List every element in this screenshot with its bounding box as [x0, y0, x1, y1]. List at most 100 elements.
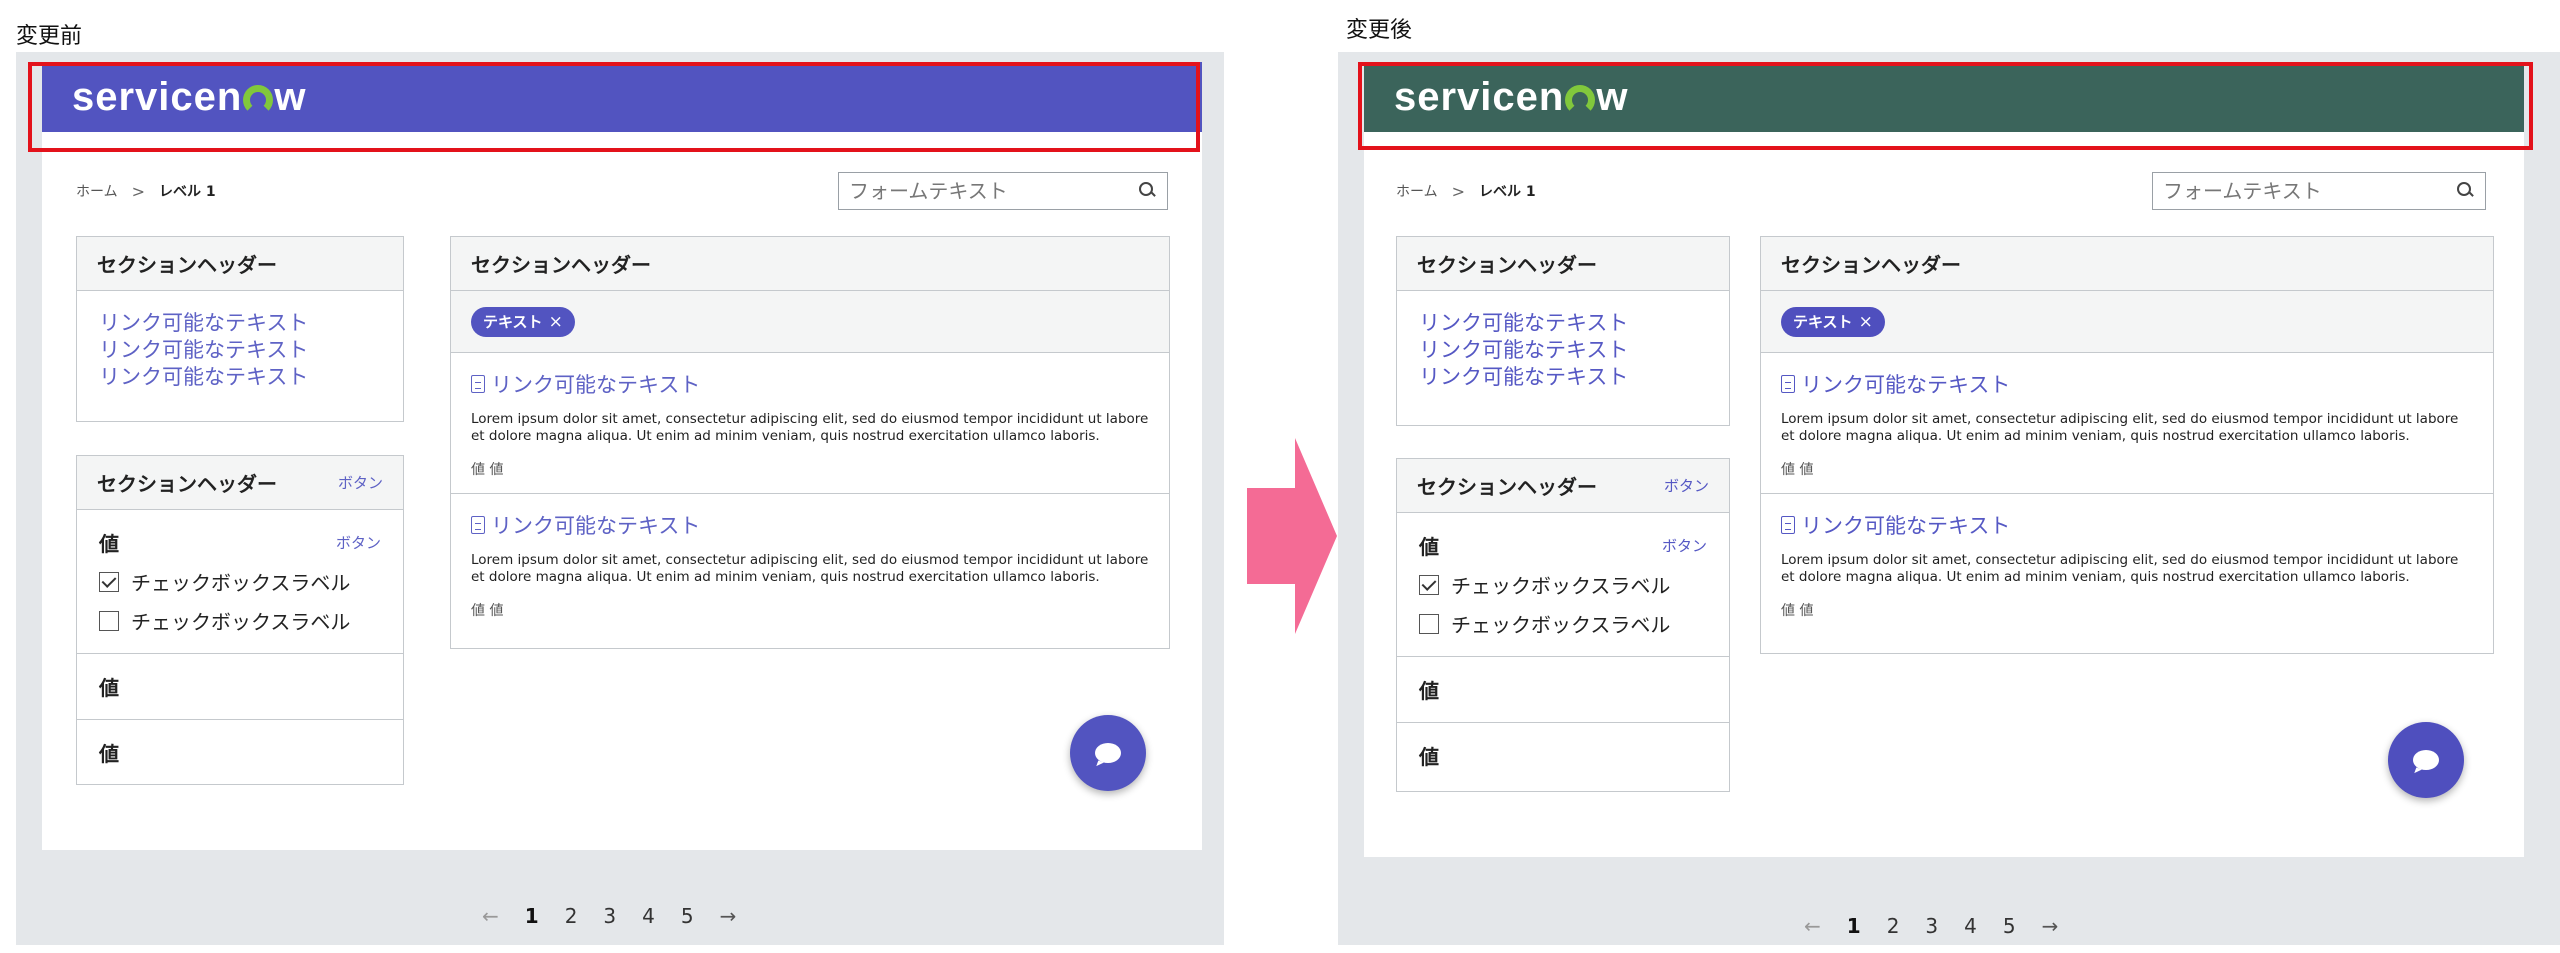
value-row: 値 [77, 653, 403, 719]
item-description: Lorem ipsum dolor sit amet, consectetur … [1781, 411, 2459, 444]
link-item[interactable]: リンク可能なテキスト [1419, 365, 1707, 390]
section-header-button[interactable]: ボタン [1664, 475, 1709, 496]
page-number[interactable]: 4 [642, 904, 655, 928]
list-item: リンク可能なテキスト Lorem ipsum dolor sit amet, c… [1761, 493, 2493, 634]
close-icon[interactable]: × [1859, 312, 1873, 332]
item-description: Lorem ipsum dolor sit amet, consectetur … [1781, 552, 2459, 585]
checkbox-unchecked[interactable] [99, 610, 119, 631]
prev-page-arrow-icon[interactable]: ← [482, 904, 499, 928]
page-number[interactable]: 3 [603, 904, 616, 928]
document-icon [471, 375, 485, 393]
checkbox-label: チェックボックスラベル [1451, 574, 1671, 598]
section-header: セクションヘッダー [451, 237, 1169, 291]
checkbox-item[interactable]: チェックボックスラベル [1419, 609, 1707, 638]
page-number[interactable]: 5 [681, 904, 694, 928]
link-item[interactable]: リンク可能なテキスト [99, 365, 381, 390]
link-item[interactable]: リンク可能なテキスト [99, 338, 381, 363]
breadcrumb-home[interactable]: ホーム [76, 181, 118, 201]
prev-page-arrow-icon[interactable]: ← [1804, 914, 1821, 938]
item-description: Lorem ipsum dolor sit amet, consectetur … [471, 552, 1149, 585]
checkbox-item[interactable]: チェックボックスラベル [99, 606, 381, 635]
after-caption: 変更後 [1346, 18, 1413, 43]
left-section-values: セクションヘッダー ボタン 値 ボタン チェックボックスラベル チェックボックス [1396, 458, 1730, 792]
value-row: 値 [1397, 722, 1729, 788]
before-panel: servicenw ホーム > レベル 1 セクションヘッダー リンク可能なテキ… [16, 52, 1224, 945]
pagination: ← 1 2 3 4 5 → [1804, 914, 2058, 938]
page-number[interactable]: 1 [1847, 914, 1861, 938]
search-box[interactable] [838, 172, 1168, 210]
close-icon[interactable]: × [549, 312, 563, 332]
link-item[interactable]: リンク可能なテキスト [99, 311, 381, 336]
filter-tag[interactable]: テキスト × [471, 306, 575, 337]
item-meta: 値 値 [471, 603, 504, 619]
breadcrumb-home[interactable]: ホーム [1396, 181, 1438, 201]
right-section-results: セクションヘッダー テキスト × リンク可能なテキスト Lorem ipsum … [450, 236, 1170, 649]
left-section-values: セクションヘッダー ボタン 値 ボタン チェックボックスラベル チェックボックス [76, 455, 404, 785]
next-page-arrow-icon[interactable]: → [2042, 914, 2059, 938]
after-panel: servicenw ホーム > レベル 1 セクションヘッダー リンク可能なテキ… [1338, 52, 2560, 945]
item-description: Lorem ipsum dolor sit amet, consectetur … [471, 411, 1149, 444]
item-title-link[interactable]: リンク可能なテキスト [1781, 510, 2473, 540]
search-input[interactable] [2163, 179, 2457, 203]
left-section-links: セクションヘッダー リンク可能なテキスト リンク可能なテキスト リンク可能なテキ… [76, 236, 404, 422]
before-caption: 変更前 [16, 24, 83, 49]
transition-arrow-icon [1247, 438, 1337, 634]
item-meta: 値 値 [471, 462, 504, 478]
list-item: リンク可能なテキスト Lorem ipsum dolor sit amet, c… [1761, 353, 2493, 493]
item-title-link[interactable]: リンク可能なテキスト [471, 510, 1149, 540]
checkbox-checked[interactable] [1419, 574, 1439, 595]
chat-bubble-icon [1095, 743, 1121, 763]
checkbox-checked[interactable] [99, 571, 119, 592]
chat-button[interactable] [2388, 722, 2464, 798]
item-title-link[interactable]: リンク可能なテキスト [1781, 369, 2473, 399]
filter-tag[interactable]: テキスト × [1781, 306, 1885, 337]
row-button[interactable]: ボタン [1662, 535, 1707, 556]
row-button[interactable]: ボタン [336, 532, 381, 553]
checkbox-unchecked[interactable] [1419, 613, 1439, 634]
before-header-highlight [28, 62, 1200, 152]
page-number[interactable]: 5 [2003, 914, 2016, 938]
list-item: リンク可能なテキスト Lorem ipsum dolor sit amet, c… [451, 353, 1169, 493]
chat-bubble-icon [2413, 750, 2439, 770]
page-number[interactable]: 1 [525, 904, 539, 928]
search-input[interactable] [849, 179, 1139, 203]
right-section-results: セクションヘッダー テキスト × リンク可能なテキスト Lorem ipsum … [1760, 236, 2494, 654]
breadcrumb-current: レベル 1 [159, 184, 216, 200]
page-number[interactable]: 2 [565, 904, 578, 928]
link-item[interactable]: リンク可能なテキスト [1419, 338, 1707, 363]
section-header: セクションヘッダー ボタン [1397, 459, 1729, 513]
checkbox-item[interactable]: チェックボックスラベル [99, 567, 381, 596]
document-icon [1781, 375, 1795, 393]
value-label: 値 [99, 532, 119, 556]
breadcrumb-current: レベル 1 [1479, 184, 1536, 200]
value-label: 値 [1419, 535, 1439, 559]
link-list: リンク可能なテキスト リンク可能なテキスト リンク可能なテキスト [1397, 291, 1729, 410]
filter-tag-row: テキスト × [1761, 291, 2493, 353]
pagination: ← 1 2 3 4 5 → [482, 904, 736, 928]
document-icon [1781, 516, 1795, 534]
link-item[interactable]: リンク可能なテキスト [1419, 311, 1707, 336]
breadcrumb: ホーム > レベル 1 [1396, 181, 1536, 201]
item-title-link[interactable]: リンク可能なテキスト [471, 369, 1149, 399]
value-row: 値 [1397, 656, 1729, 722]
checkbox-label: チェックボックスラベル [131, 610, 351, 634]
value-row: 値 [77, 719, 403, 785]
page-number[interactable]: 2 [1887, 914, 1900, 938]
section-header-button[interactable]: ボタン [338, 472, 383, 493]
search-box[interactable] [2152, 172, 2486, 210]
checkbox-item[interactable]: チェックボックスラベル [1419, 570, 1707, 599]
search-icon[interactable] [2457, 182, 2475, 200]
list-item: リンク可能なテキスト Lorem ipsum dolor sit amet, c… [451, 493, 1169, 634]
search-icon[interactable] [1139, 182, 1157, 200]
page-number[interactable]: 4 [1964, 914, 1977, 938]
page-number[interactable]: 3 [1925, 914, 1938, 938]
breadcrumb: ホーム > レベル 1 [76, 181, 216, 201]
next-page-arrow-icon[interactable]: → [720, 904, 737, 928]
item-meta: 値 値 [1781, 462, 1814, 478]
value-row: 値 ボタン チェックボックスラベル チェックボックスラベル [77, 510, 403, 653]
section-header: セクションヘッダー ボタン [77, 456, 403, 510]
chat-button[interactable] [1070, 715, 1146, 791]
chevron-right-icon: > [131, 181, 145, 201]
checkbox-label: チェックボックスラベル [1451, 613, 1671, 637]
item-meta: 値 値 [1781, 603, 1814, 619]
